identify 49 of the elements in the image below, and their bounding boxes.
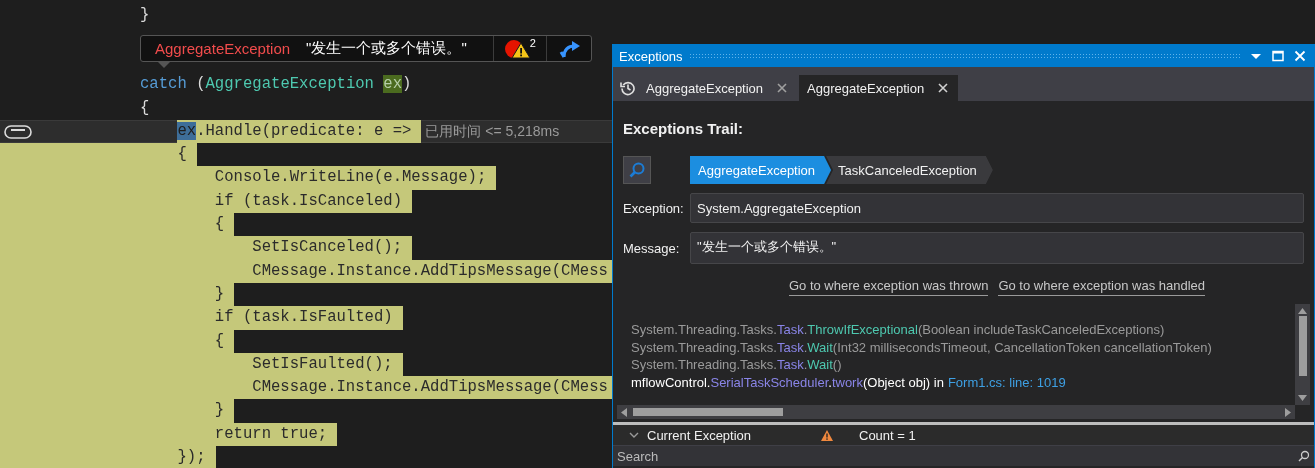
curved-arrow-icon [558,39,581,58]
maximize-icon [1272,50,1284,62]
link[interactable]: Go to where exception was thrown [788,278,989,296]
stack-frame[interactable]: System.Threading.Tasks.Task.Wait() [631,356,1295,374]
field-label: Message: [623,240,681,256]
breadcrumb[interactable]: AggregateException [690,156,832,184]
stack-frame[interactable]: System.Threading.Tasks.Task.ThrowIfExceptional(Boolean includeTaskCanceledExceptions) [631,321,1295,339]
warning-icon [821,429,833,441]
scroll-right-arrow-icon[interactable] [1285,407,1291,417]
scroll-down-arrow-icon[interactable] [1298,395,1307,401]
scroll-left-arrow-icon[interactable] [621,407,627,417]
scroll-up-arrow-icon[interactable] [1298,308,1307,314]
close-icon [777,83,788,93]
warning-icon [503,38,530,59]
close-button[interactable] [1292,48,1308,64]
exception-tab[interactable]: AggregateException [799,75,959,101]
code-line: { [139,97,150,119]
scroll-thumb[interactable] [1298,316,1307,376]
pill-icon [4,124,32,139]
search-icon [628,161,646,179]
maximize-button[interactable] [1270,48,1286,64]
field-label: Exception: [623,200,685,216]
search-icon [1298,450,1310,462]
code-line: catch (AggregateException ex) [139,74,412,96]
panel-title: Exceptions [619,48,683,64]
exception-message: "发生一个或多个错误。" [306,39,467,59]
horizontal-scrollbar[interactable] [617,405,1295,419]
stack-frame[interactable]: mflowControl.SerialTaskScheduler.twork(Object obj) in Form1.cs: line: 1019 [631,373,1295,391]
history-icon [620,80,636,96]
tree-row[interactable]: Current Exception Count = 1 [613,425,1314,445]
value-field[interactable]: System.AggregateException [690,193,1304,223]
close-icon [1294,50,1306,62]
code-line: } [139,5,150,26]
warning-count: 2 [529,37,536,50]
scroll-thumb[interactable] [633,408,783,416]
source-link[interactable]: Form1.cs: line: 1019 [947,374,1066,390]
search-box[interactable]: Search [613,445,1314,466]
close-icon [938,83,949,93]
breadcrumb[interactable]: TaskCanceledException [826,156,993,184]
elapsed-time-hint: 已用时间 <= 5,218ms [425,121,560,141]
search-field[interactable]: Search [617,447,1298,465]
chevron-icon[interactable] [629,430,639,440]
value-field[interactable]: "发生一个或多个错误。" [690,232,1304,264]
exception-type: AggregateException [155,40,291,58]
vertical-scrollbar[interactable] [1295,304,1310,405]
search-button[interactable] [623,156,651,184]
trail-heading: Exceptions Trail: [623,119,745,139]
link[interactable]: Go to where exception was handled [998,278,1206,296]
stack-frame[interactable]: System.Threading.Tasks.Task.Wait(Int32 millisecondsTimeout, CancellationToken cancellationToken) [631,338,1295,356]
